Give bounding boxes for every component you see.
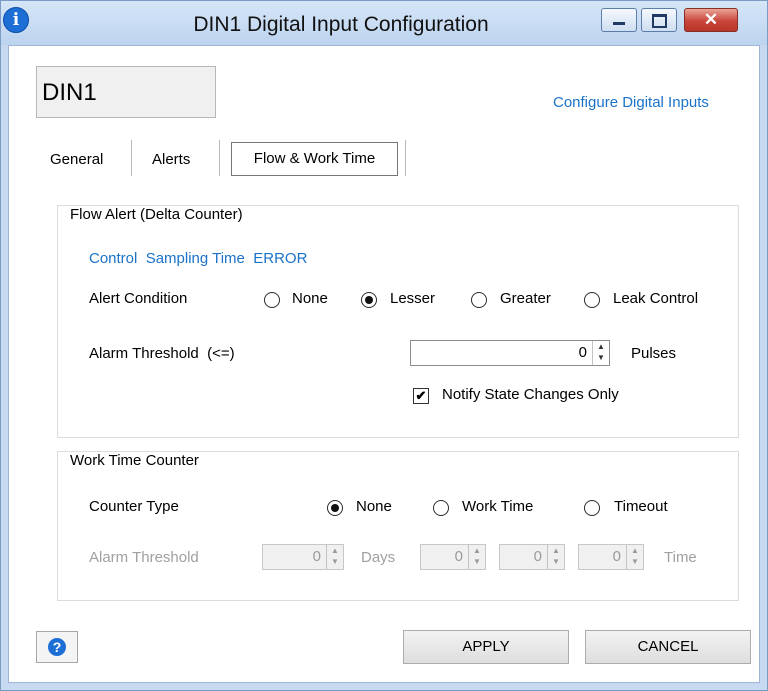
cancel-button[interactable]: CANCEL bbox=[585, 630, 751, 664]
days-input[interactable]: 0 ▲ ▼ bbox=[262, 544, 344, 570]
radio-counter-none[interactable] bbox=[327, 500, 343, 516]
minutes-spinner[interactable]: ▲ ▼ bbox=[547, 545, 564, 569]
radio-alert-none[interactable] bbox=[264, 292, 280, 308]
maximize-button[interactable] bbox=[641, 8, 677, 32]
seconds-spinner[interactable]: ▲ ▼ bbox=[626, 545, 643, 569]
tab-flow-work-time[interactable]: Flow & Work Time bbox=[231, 142, 398, 176]
apply-button[interactable]: APPLY bbox=[403, 630, 569, 664]
close-icon: ✕ bbox=[703, 10, 719, 29]
time-label: Time bbox=[664, 549, 697, 566]
radio-alert-leak-control-label: Leak Control bbox=[613, 290, 699, 307]
flow-threshold-unit: Pulses bbox=[631, 345, 677, 362]
seconds-input[interactable]: 0 ▲ ▼ bbox=[578, 544, 644, 570]
flow-threshold-spinner[interactable]: ▲ ▼ bbox=[592, 341, 609, 365]
tab-separator bbox=[131, 140, 132, 176]
radio-alert-lesser-label: Lesser bbox=[390, 290, 436, 307]
help-icon: ? bbox=[48, 638, 66, 656]
minutes-input[interactable]: 0 ▲ ▼ bbox=[499, 544, 565, 570]
maximize-icon bbox=[652, 14, 667, 28]
flow-alert-legend: Flow Alert (Delta Counter) bbox=[70, 206, 246, 223]
radio-alert-greater[interactable] bbox=[471, 292, 487, 308]
flow-threshold-input[interactable]: 0 ▲ ▼ bbox=[410, 340, 610, 366]
configure-digital-inputs-link[interactable]: Configure Digital Inputs bbox=[553, 94, 709, 111]
minimize-button[interactable] bbox=[601, 8, 637, 32]
work-time-group bbox=[57, 451, 739, 601]
close-button[interactable]: ✕ bbox=[684, 8, 738, 32]
title-bar[interactable]: i DIN1 Digital Input Configuration ✕ bbox=[1, 1, 767, 45]
radio-counter-timeout[interactable] bbox=[584, 500, 600, 516]
notify-state-changes-checkbox[interactable]: ✔ bbox=[413, 388, 429, 404]
work-time-legend: Work Time Counter bbox=[70, 452, 202, 469]
work-threshold-label: Alarm Threshold bbox=[89, 549, 199, 566]
alert-condition-label: Alert Condition bbox=[89, 290, 188, 307]
days-label: Days bbox=[361, 549, 396, 566]
input-name-display: DIN1 bbox=[36, 66, 216, 118]
seconds-value: 0 bbox=[612, 548, 621, 565]
window-title: DIN1 Digital Input Configuration bbox=[193, 13, 489, 36]
hours-spinner[interactable]: ▲ ▼ bbox=[468, 545, 485, 569]
tab-general[interactable]: General bbox=[50, 140, 103, 180]
radio-alert-greater-label: Greater bbox=[500, 290, 551, 307]
radio-counter-work-time[interactable] bbox=[433, 500, 449, 516]
radio-counter-none-label: None bbox=[356, 498, 392, 515]
flow-threshold-value: 0 bbox=[578, 344, 587, 361]
radio-alert-leak-control[interactable] bbox=[584, 292, 600, 308]
radio-counter-timeout-label: Timeout bbox=[614, 498, 668, 515]
tab-separator bbox=[219, 140, 220, 176]
days-value: 0 bbox=[312, 548, 321, 565]
radio-alert-lesser[interactable] bbox=[361, 292, 377, 308]
minutes-value: 0 bbox=[533, 548, 542, 565]
help-button[interactable]: ? bbox=[36, 631, 78, 663]
flow-threshold-label: Alarm Threshold (<=) bbox=[89, 345, 235, 362]
tab-alerts[interactable]: Alerts bbox=[152, 140, 190, 180]
hours-input[interactable]: 0 ▲ ▼ bbox=[420, 544, 486, 570]
radio-counter-work-time-label: Work Time bbox=[462, 498, 534, 515]
minimize-icon bbox=[613, 22, 625, 25]
days-spinner[interactable]: ▲ ▼ bbox=[326, 545, 343, 569]
notify-state-changes-label: Notify State Changes Only bbox=[442, 386, 619, 403]
tab-separator bbox=[405, 140, 406, 176]
flow-alert-group bbox=[57, 205, 739, 438]
radio-alert-none-label: None bbox=[292, 290, 328, 307]
flow-status-text: Control Sampling Time ERROR bbox=[89, 250, 308, 267]
counter-type-label: Counter Type bbox=[89, 498, 179, 515]
hours-value: 0 bbox=[454, 548, 463, 565]
